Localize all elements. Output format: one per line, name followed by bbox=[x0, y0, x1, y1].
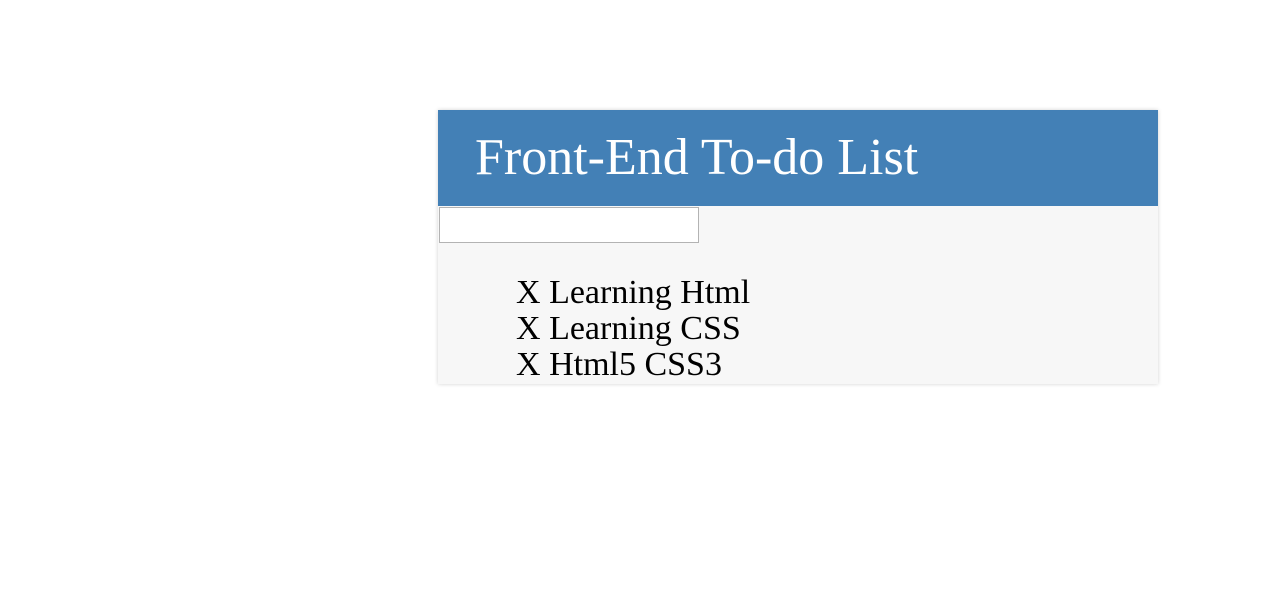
todo-item[interactable]: X Learning CSS bbox=[516, 311, 750, 347]
todo-item-text: Html5 CSS3 bbox=[549, 346, 722, 383]
todo-item-text: Learning Html bbox=[549, 274, 751, 311]
new-todo-input[interactable] bbox=[439, 207, 699, 243]
todo-item-text: Learning CSS bbox=[549, 310, 741, 347]
todo-header: Front-End To-do List bbox=[438, 110, 1158, 206]
delete-todo-button[interactable]: X bbox=[516, 310, 541, 347]
todo-item[interactable]: X Learning Html bbox=[516, 275, 750, 311]
page-title: Front-End To-do List bbox=[475, 129, 919, 186]
delete-todo-button[interactable]: X bbox=[516, 346, 541, 383]
todo-list: X Learning Html X Learning CSS X Html5 C… bbox=[516, 275, 750, 383]
delete-todo-button[interactable]: X bbox=[516, 274, 541, 311]
todo-card: Front-End To-do List X Learning Html X L… bbox=[438, 110, 1158, 384]
todo-item[interactable]: X Html5 CSS3 bbox=[516, 347, 750, 383]
